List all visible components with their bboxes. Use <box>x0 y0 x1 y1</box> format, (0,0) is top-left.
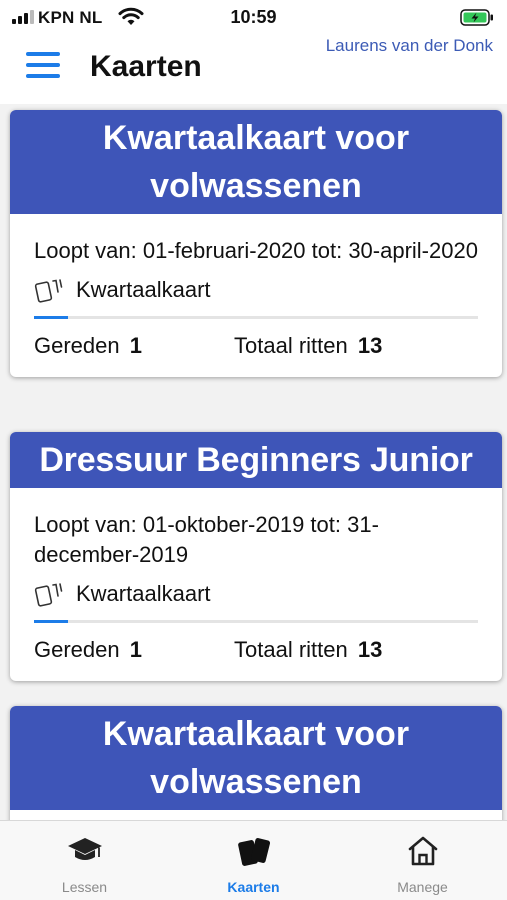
card-stats: Gereden 1 Totaal ritten 13 <box>34 331 478 361</box>
tab-kaarten[interactable]: Kaarten <box>169 821 338 900</box>
card-title: Kwartaalkaart voor volwassenen <box>10 706 502 810</box>
card-outline-icon <box>34 279 63 303</box>
total-rides-label: Totaal ritten <box>234 333 348 358</box>
card-title: Kwartaalkaart voor volwassenen <box>10 110 502 214</box>
screen: KPN NL 10:59 Kaarten Laurens van der Don… <box>0 0 507 900</box>
card-period: Loopt van: 01-februari-2020 tot: 30-apri… <box>34 238 478 263</box>
ridden-label: Gereden <box>34 637 120 662</box>
card-type: Kwartaalkaart <box>76 277 211 302</box>
card-item[interactable]: Kwartaalkaart voor volwassenen <box>10 706 502 820</box>
card-item[interactable]: Dressuur Beginners Junior Loopt van: 01-… <box>10 432 502 681</box>
cards-icon <box>237 838 270 866</box>
app-header: Kaarten Laurens van der Donk <box>0 34 507 104</box>
card-stats: Gereden 1 Totaal ritten 13 <box>34 635 478 665</box>
tab-label: Lessen <box>61 879 108 895</box>
card-item[interactable]: Kwartaalkaart voor volwassenen Loopt van… <box>10 110 502 377</box>
ridden-value: 1 <box>129 333 142 358</box>
ridden-value: 1 <box>129 637 142 662</box>
rides-progress-bar <box>34 620 478 623</box>
battery-charging-icon <box>460 9 493 26</box>
tab-manege[interactable]: Manege <box>338 821 507 900</box>
total-rides-value: 13 <box>357 637 383 662</box>
card-body: Loopt van: 01-oktober-2019 tot: 31-decem… <box>10 488 502 681</box>
card-body: Loopt van: 01-februari-2020 tot: 30-apri… <box>10 214 502 377</box>
card-list[interactable]: Kwartaalkaart voor volwassenen Loopt van… <box>0 104 507 820</box>
card-title: Dressuur Beginners Junior <box>10 432 502 488</box>
status-time: 10:59 <box>230 7 277 27</box>
total-rides-value: 13 <box>357 333 383 358</box>
card-type-row: Kwartaalkaart <box>34 276 478 304</box>
card-type-row: Kwartaalkaart <box>34 580 478 608</box>
card-period: Loopt van: 01-oktober-2019 tot: 31-decem… <box>34 512 379 567</box>
tab-lessen[interactable]: Lessen <box>0 821 169 900</box>
graduation-cap-icon <box>67 838 102 860</box>
rides-progress-fill <box>34 316 69 319</box>
ridden-label: Gereden <box>34 333 120 358</box>
page-title: Kaarten <box>90 50 202 83</box>
rides-progress-fill <box>34 620 69 623</box>
tab-label: Manege <box>397 879 448 895</box>
status-bar: KPN NL 10:59 <box>0 0 507 34</box>
card-outline-icon <box>34 583 63 607</box>
total-rides-label: Totaal ritten <box>234 637 348 662</box>
user-name[interactable]: Laurens van der Donk <box>326 36 493 56</box>
menu-icon[interactable] <box>26 52 62 82</box>
tab-bar: Lessen Kaarten Manege <box>0 820 507 900</box>
card-type: Kwartaalkaart <box>76 581 211 606</box>
home-icon <box>408 836 437 866</box>
rides-progress-bar <box>34 316 478 319</box>
tab-label: Kaarten <box>227 879 280 895</box>
